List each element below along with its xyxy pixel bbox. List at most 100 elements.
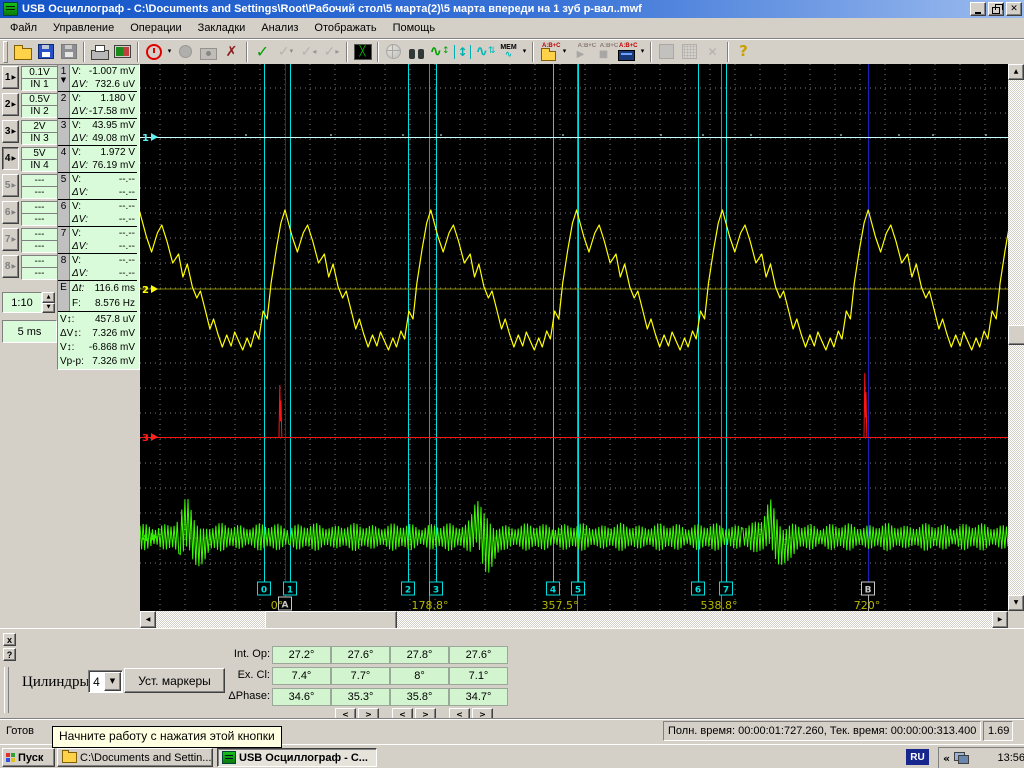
pane-dotted-icon[interactable]: [678, 41, 701, 63]
network-icon[interactable]: [954, 752, 970, 764]
measure-fwd-icon[interactable]: ✓ ▸: [320, 41, 343, 63]
erase-icon[interactable]: ✗: [220, 41, 243, 63]
degree-label: 0°: [271, 599, 284, 611]
menu-item-6[interactable]: Помощь: [385, 19, 444, 37]
system-tray: « 13:56: [938, 747, 1024, 768]
pane-solid-icon[interactable]: [655, 41, 678, 63]
phase-cell: 7.4°: [272, 667, 331, 685]
phase-cell: 35.3°: [331, 688, 390, 706]
vertical-scroll-thumb[interactable]: [1008, 325, 1024, 345]
panel-help-button[interactable]: ?: [3, 648, 16, 661]
memory-icon-dropdown[interactable]: ▾: [520, 41, 529, 63]
spinner-up-icon[interactable]: ▲: [42, 292, 55, 303]
channel-1-input[interactable]: IN 1: [21, 78, 58, 91]
wave-measure-icon[interactable]: ∿ ↕: [428, 41, 451, 63]
trigger-marker-icon[interactable]: ▼: [61, 77, 66, 84]
taskbar-task-0[interactable]: C:\Documents and Settin...: [57, 748, 213, 767]
start-button[interactable]: Пуск: [2, 748, 55, 767]
clock: 13:56: [997, 752, 1024, 764]
record-icon[interactable]: [174, 41, 197, 63]
taskbar-task-1[interactable]: USB Осциллограф - C...: [217, 748, 377, 767]
timebase-field[interactable]: 5 ms: [2, 320, 57, 343]
stop-device-icon-dropdown[interactable]: ▾: [165, 41, 174, 63]
folder-icon: [62, 750, 77, 763]
open-file-icon[interactable]: [11, 41, 34, 63]
channel-2-input[interactable]: IN 2: [21, 105, 58, 118]
menu-item-5[interactable]: Отображать: [306, 19, 384, 37]
menu-item-3[interactable]: Закладки: [190, 19, 254, 37]
marker-flag-label: 2: [405, 586, 411, 596]
save-icon[interactable]: [34, 41, 57, 63]
probe-ratio-spinner[interactable]: ▲ ▼: [42, 292, 55, 313]
search-icon[interactable]: [405, 41, 428, 63]
cylinders-select[interactable]: 4 ▼: [88, 670, 123, 693]
cursor-measure-line: ΔV↕: 7.326 mV: [60, 328, 135, 339]
print-icon[interactable]: [88, 41, 111, 63]
scroll-right-button[interactable]: ▶: [992, 611, 1008, 628]
memory-icon[interactable]: MEM ∿: [497, 41, 520, 63]
restore-button[interactable]: [988, 2, 1004, 16]
toolbar-separator: [246, 41, 248, 62]
snapshot-icon[interactable]: [197, 41, 220, 63]
channel-7-input[interactable]: ---: [21, 240, 58, 253]
channel-2-button[interactable]: 2 ▶: [2, 93, 19, 116]
channel-2-marker[interactable]: 2: [142, 285, 149, 296]
pane-cross-icon[interactable]: ✕: [701, 41, 724, 63]
channel-4-input[interactable]: IN 4: [21, 159, 58, 172]
channel-3-button[interactable]: 3 ▶: [2, 120, 19, 143]
minimize-button[interactable]: [970, 2, 986, 16]
analysis-play-icon[interactable]: A:B+C ▶: [569, 41, 597, 63]
channel-6-button[interactable]: 6 ▶: [2, 201, 19, 224]
measure-seq-icon[interactable]: ✓ ▾: [274, 41, 297, 63]
channel-7-button[interactable]: 7 ▶: [2, 228, 19, 251]
probe-ratio-field[interactable]: 1:10: [2, 292, 42, 313]
spinner-down-icon[interactable]: ▼: [42, 302, 55, 313]
cursor-measure-line: V↕: 457.8 uV: [60, 314, 135, 325]
channel-6-input[interactable]: ---: [21, 213, 58, 226]
channel-5-input[interactable]: ---: [21, 186, 58, 199]
combo-arrow-icon[interactable]: ▼: [104, 672, 121, 691]
channel-3-marker[interactable]: 3: [142, 433, 149, 444]
phase-cell: 27.6°: [449, 646, 508, 664]
menu-item-2[interactable]: Операции: [122, 19, 189, 37]
analysis-open-icon-dropdown[interactable]: ▾: [560, 41, 569, 63]
help-icon[interactable]: ?: [732, 41, 755, 63]
close-button[interactable]: ✕: [1006, 2, 1022, 16]
menu-item-4[interactable]: Анализ: [253, 19, 306, 37]
horizontal-scrollbar[interactable]: ◀ ▶: [140, 611, 1008, 630]
channel-1-button[interactable]: 1 ▶: [2, 66, 19, 89]
language-indicator[interactable]: RU: [906, 749, 929, 765]
panel-close-button[interactable]: x: [3, 633, 16, 646]
scroll-left-button[interactable]: ◀: [140, 611, 156, 628]
set-markers-button[interactable]: Уст. маркеры: [124, 668, 225, 693]
channel-5-button[interactable]: 5 ▶: [2, 174, 19, 197]
measure-back-icon[interactable]: ✓ ◂: [297, 41, 320, 63]
wave-params-icon[interactable]: ∿ ⇅: [474, 41, 497, 63]
save-as-icon[interactable]: [57, 41, 80, 63]
stop-device-icon[interactable]: [142, 41, 165, 63]
scroll-up-button[interactable]: ▲: [1008, 64, 1024, 80]
vertical-scrollbar[interactable]: ▲ ▼: [1008, 64, 1024, 611]
tray-collapse-icon[interactable]: «: [943, 753, 950, 764]
globe-icon[interactable]: [382, 41, 405, 63]
print-preview-icon[interactable]: [111, 41, 134, 63]
channel-1-marker[interactable]: 1: [142, 133, 149, 144]
analysis-display-icon-dropdown[interactable]: ▾: [638, 41, 647, 63]
xy-mode-icon[interactable]: ╳: [351, 41, 374, 63]
channel-8-button[interactable]: 8 ▶: [2, 255, 19, 278]
channel-4-marker[interactable]: 4: [142, 533, 149, 544]
panel-grip[interactable]: [4, 667, 9, 713]
channel-4-button[interactable]: 4 ▶: [2, 147, 19, 170]
toolbar-grip[interactable]: [3, 40, 8, 63]
channel-8-input[interactable]: ---: [21, 267, 58, 280]
analysis-stop-icon[interactable]: A:B+C ■: [592, 41, 619, 63]
scroll-down-button[interactable]: ▼: [1008, 595, 1024, 611]
oscilloscope-display[interactable]: 12340 1A2 3 4 5 6 7 B0° 178.8° 357.5° 538.8° 720°: [140, 64, 1008, 611]
measure-once-icon[interactable]: ✓: [251, 41, 274, 63]
cursors-icon[interactable]: ↕: [451, 41, 474, 63]
channel-3-input[interactable]: IN 3: [21, 132, 58, 145]
menu-item-1[interactable]: Управление: [45, 19, 122, 37]
analysis-open-icon[interactable]: A:B+C: [537, 41, 561, 63]
analysis-display-icon[interactable]: A:B+C: [615, 41, 638, 63]
menu-item-0[interactable]: Файл: [2, 19, 45, 37]
